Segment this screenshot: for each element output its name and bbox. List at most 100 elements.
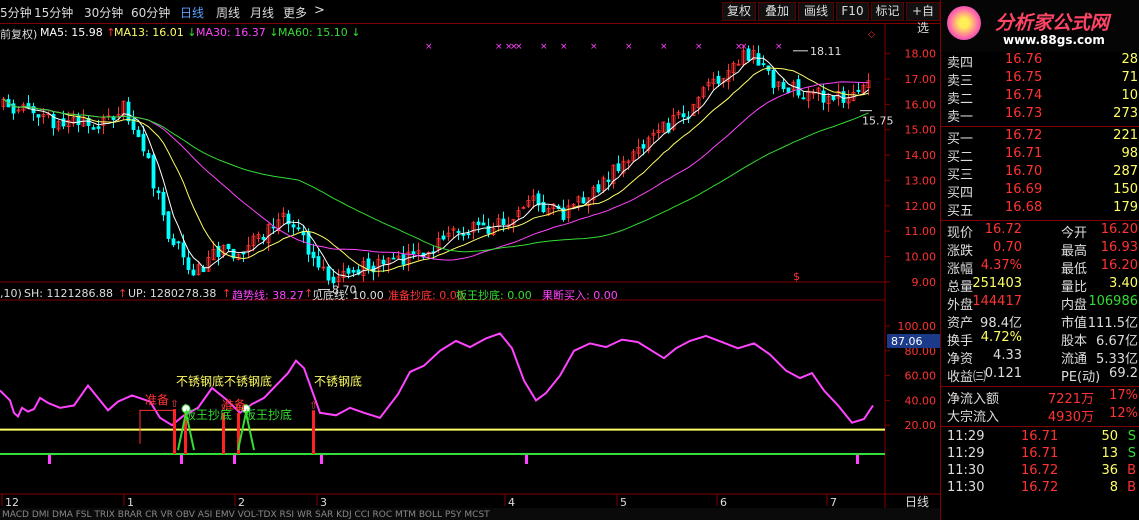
tab-0[interactable]: 5分钟 [0,4,32,21]
signal-x-icon: × [560,42,568,52]
candle-body [261,236,266,240]
recent-marker-label: 15.75 [862,115,894,128]
flow-value: 7221万 [1047,392,1094,407]
candle-body [596,184,601,193]
tick-direction: B [1127,480,1136,495]
row-volume: 221 [1113,128,1138,143]
period-toolbar: 5分钟 15分钟 30分钟 60分钟 日线 周线 月线 更多 > 复权 叠加 画线 F10 标记 +自选 [0,0,940,35]
stat-value: 6.67亿 [1096,334,1138,349]
chart-area[interactable]: 18.00 17.00 16.00 15.00 14.00 13.00 12.00 11.00… [0,24,940,520]
separator [941,126,1139,127]
toolbar-button-2[interactable]: 画线 [798,2,834,21]
logo-text: 分析家公式网 [995,12,1110,34]
ma-arrow-icon: ↓ [351,26,361,39]
candle-body [326,266,331,281]
stat-value: 106986 [1088,294,1138,309]
tab-7[interactable]: 更多 [283,4,307,21]
separator [941,220,1139,221]
candle-body [161,191,166,216]
signal-tick [525,455,528,464]
row-volume: 150 [1113,182,1138,197]
row-price: 16.69 [1005,182,1043,197]
candle-body [716,75,721,84]
tab-4[interactable]: 日线 [180,4,204,21]
price-tick-label: 18.00 [905,48,937,61]
stat-label: 涨幅 [947,262,974,277]
tab-5[interactable]: 周线 [216,4,240,21]
candle-body [126,101,131,122]
more-arrow-icon[interactable]: > [314,3,325,18]
candle-body [36,114,41,118]
tab-6[interactable]: 月线 [250,4,274,21]
toolbar-button-3[interactable]: F10 [836,2,869,21]
signal-x-icon: × [775,42,783,52]
up-arrow-icon: ⇧ [170,399,178,410]
tick-price: 16.72 [1021,463,1059,478]
sell-row: 卖三 16.75 71 [941,70,1139,89]
high-marker-label: 18.11 [810,45,842,58]
stat-label: 流通 [1061,352,1088,367]
prepare-label: 准备 [145,393,169,407]
stat-row: 换手 4.72% 股本 6.67亿 [941,330,1139,349]
tick-volume: 8 [1109,480,1118,495]
ma5-line [3,57,869,278]
stat-value: 3.40 [1109,276,1138,291]
row-label: 买三 [947,168,974,183]
signal-x-icon: × [425,42,433,52]
indicator-legend-2: ↑ [118,287,128,300]
stat-value: 16.72 [984,222,1022,237]
candle-body [151,154,156,189]
row-label: 买四 [947,186,974,201]
toolbar-button-5[interactable]: +自选 [906,2,940,35]
stat-value: 251403 [972,276,1022,291]
flow-label: 净流入额 [947,392,1000,407]
price-tick-label: 14.00 [905,149,937,162]
sell-row: 卖四 16.76 28 [941,52,1139,71]
row-label: 买五 [947,204,974,219]
row-price: 16.70 [1005,164,1043,179]
indicator-legend-5: 趋势线: 38.27 [232,289,304,302]
tick-row: 11:29 16.71 50 S [941,429,1139,447]
tab-1[interactable]: 15分钟 [34,4,73,21]
chart-corner-icon: ◇ [868,30,875,40]
tab-3[interactable]: 60分钟 [131,4,170,21]
candle-body [381,259,386,265]
candle-body [316,256,321,268]
up-arrow-icon: ⇧ [309,400,317,411]
row-volume: 179 [1113,200,1138,215]
candle-body [351,270,356,273]
candle-body [141,133,146,152]
toolbar-button-0[interactable]: 复权 [722,2,756,21]
row-price: 16.75 [1005,70,1043,85]
candle-body [681,113,686,118]
candle-body [411,251,416,255]
tick-direction: S [1127,446,1136,461]
price-tick-label: 11.00 [905,225,937,238]
stat-label: 净资 [947,352,974,367]
candle-body [456,231,461,233]
tab-2[interactable]: 30分钟 [84,4,123,21]
indicator-legend-1: SH: 1121286.88 [24,287,113,300]
stat-row: 涨跌 0.70 最高 16.93 [941,240,1139,259]
indicator-legend-7: 见底线: 10.00 [312,289,384,302]
toolbar-button-1[interactable]: 叠加 [758,2,796,21]
signal-tick [48,455,51,464]
time-tick-label: 7 [830,496,837,509]
banwang-label: 板王抄底 [184,407,232,422]
tick-direction: S [1127,429,1136,444]
toolbar-button-4[interactable]: 标记 [871,2,904,21]
flow-value: 17% [1109,388,1138,403]
signal-x-icon: × [740,42,748,52]
row-label: 买二 [947,150,974,165]
sell-row: 卖二 16.74 10 [941,88,1139,107]
candle-body [831,95,836,101]
signal-x-icon: × [660,42,668,52]
prepare-bar [312,410,315,454]
tick-time: 11:30 [947,463,985,478]
stat-value: 4.37% [980,258,1022,273]
signal-x-icon: × [515,42,523,52]
time-tick-label: 1 [127,496,134,509]
candle-body [391,257,396,260]
time-tick-label: 5 [620,496,627,509]
candle-body [641,144,646,149]
